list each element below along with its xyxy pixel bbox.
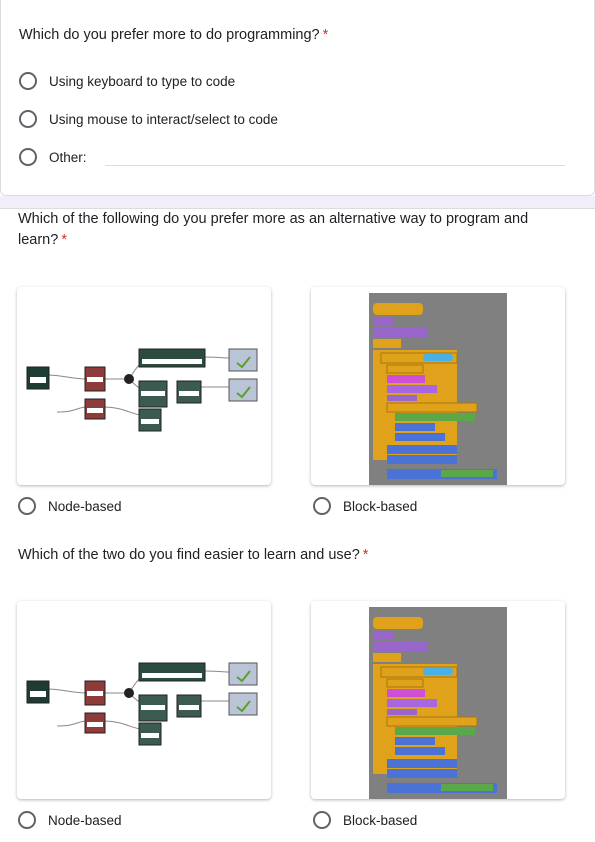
radio-button-icon[interactable] [19,110,37,128]
radio-button-icon[interactable] [19,72,37,90]
option-label: Using mouse to interact/select to code [49,111,278,127]
option-label: Block-based [343,812,418,828]
required-asterisk: * [61,232,67,248]
radio-button-icon[interactable] [313,811,331,829]
radio-button-icon[interactable] [313,497,331,515]
node-graph-drawing [26,348,258,432]
block-code-image [311,601,565,799]
radio-button-icon[interactable] [18,811,36,829]
option-node-based[interactable]: Node-based [18,495,122,517]
radio-button-icon[interactable] [19,148,37,166]
option-label: Using keyboard to type to code [49,73,236,89]
section-divider [0,196,595,208]
option-block-based[interactable]: Block-based [313,809,417,831]
option-block-based[interactable]: Block-based [313,495,417,517]
block-code-image [311,287,565,485]
node-graph-image [17,601,271,799]
option-other[interactable]: Other: [19,146,87,168]
question-title: Which do you prefer more to do programmi… [19,27,329,43]
option-label: Block-based [343,498,418,514]
other-text-input[interactable] [105,165,565,166]
required-asterisk: * [362,547,369,563]
question-title-easier: Which of the two do you find easier to l… [18,547,369,563]
option-keyboard[interactable]: Using keyboard to type to code [19,70,235,92]
question-card-programming-preference: Which do you prefer more to do programmi… [0,0,595,196]
node-graph-image [17,287,271,485]
radio-button-icon[interactable] [18,497,36,515]
option-label: Node-based [48,812,122,828]
option-mouse[interactable]: Using mouse to interact/select to code [19,108,278,130]
block-code-drawing [369,293,507,485]
question-title-alternative: Which of the following do you prefer mor… [18,211,529,248]
option-node-based[interactable]: Node-based [18,809,122,831]
option-label: Node-based [48,498,122,514]
required-asterisk: * [322,27,329,43]
option-label: Other: [49,149,87,165]
node-graph-drawing [26,662,258,746]
block-code-drawing [369,607,507,799]
